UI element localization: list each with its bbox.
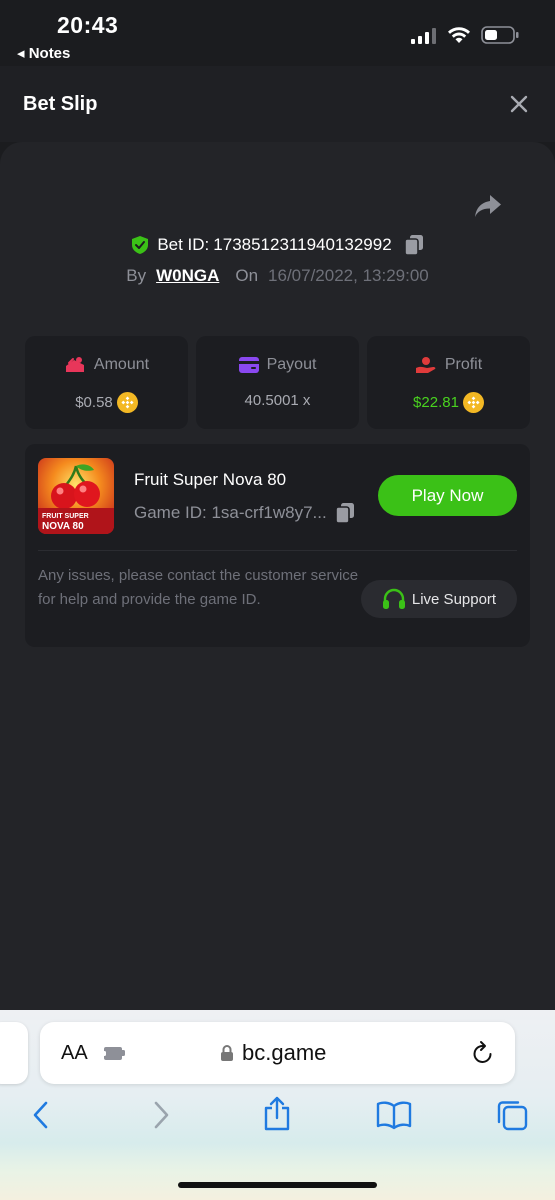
forward-arrow-icon[interactable] [150,1100,172,1130]
url-field[interactable]: bc.game [220,1040,326,1066]
browser-chrome: AA bc.game [0,1010,555,1200]
live-support-button[interactable]: Live Support [361,580,517,618]
game-thumbnail[interactable]: FRUIT SUPER NOVA 80 [38,458,114,534]
profit-label: Profit [444,356,483,373]
battery-icon [481,26,519,44]
bet-id-label: Bet ID: [157,235,210,254]
clock: 20:43 [57,12,119,38]
copy-icon[interactable] [334,502,355,524]
reload-icon[interactable] [471,1040,495,1066]
extension-icon[interactable] [102,1044,126,1062]
live-support-label: Live Support [411,590,497,608]
amount-icon [65,357,84,372]
text-size-button[interactable]: AA [61,1042,88,1065]
divider [38,550,517,551]
previous-tab-stub[interactable] [0,1022,28,1084]
profit-value: $22.81 [413,394,459,411]
game-id-row: Game ID: 1sa-crf1w8y7... [134,502,355,524]
amount-value: $0.58 [75,394,113,411]
bet-id-row: Bet ID: 1738512311940132992 [0,234,555,256]
verified-shield-icon [132,236,149,254]
wallet-icon [238,357,259,373]
payout-card: Payout 40.5001 x [196,336,359,429]
cellular-signal-icon [411,28,436,44]
bet-author-row: By W0NGA On 16/07/2022, 13:29:00 [0,266,555,286]
thumb-text-1: FRUIT SUPER [42,513,89,520]
address-bar[interactable]: AA bc.game [40,1022,515,1084]
back-arrow-icon[interactable] [30,1100,52,1130]
on-label: On [235,266,259,285]
username-link[interactable]: W0NGA [156,266,219,286]
url-text: bc.game [242,1040,327,1065]
game-card: FRUIT SUPER NOVA 80 Fruit Super Nova 80 … [25,444,530,647]
bnb-coin-icon [462,392,484,413]
lock-icon [221,1045,233,1061]
profit-hand-icon [415,357,436,373]
play-now-button[interactable]: Play Now [378,475,517,516]
share-sheet-icon[interactable] [262,1096,292,1132]
payout-label: Payout [266,356,317,373]
home-indicator [178,1182,377,1188]
tabs-icon[interactable] [495,1100,529,1132]
back-to-notes-link[interactable]: ◂ Notes [17,44,70,62]
copy-icon[interactable] [403,234,424,256]
by-label: By [126,266,147,285]
bet-id-value: 1738512311940132992 [213,235,392,254]
bet-date: 16/07/2022, 13:29:00 [268,266,429,285]
bet-slip-header: Bet Slip [0,66,555,142]
page-title: Bet Slip [23,93,98,115]
browser-toolbar [0,1096,555,1140]
amount-card: Amount $0.58 [25,336,188,429]
share-icon[interactable] [473,192,503,220]
bookmarks-icon[interactable] [376,1100,412,1130]
amount-label: Amount [93,356,150,373]
close-icon[interactable] [509,94,529,114]
bet-slip-panel: Bet ID: 1738512311940132992 By W0NGA On … [0,142,555,1012]
game-id-value: Game ID: 1sa-crf1w8y7... [134,503,327,522]
status-bar: 20:43 ◂ Notes [0,0,555,66]
status-icons [411,26,519,44]
profit-card: Profit $22.81 [367,336,530,429]
bnb-coin-icon [116,392,138,413]
thumb-text-2: NOVA 80 [42,521,84,532]
headset-icon [382,588,405,609]
wifi-icon [448,27,470,43]
support-info-text: Any issues, please contact the customer … [38,567,359,608]
payout-value: 40.5001 x [244,392,311,409]
bet-stats: Amount $0.58 Payout 40.5001 x Profit $22… [25,336,530,429]
game-title: Fruit Super Nova 80 [134,470,287,489]
